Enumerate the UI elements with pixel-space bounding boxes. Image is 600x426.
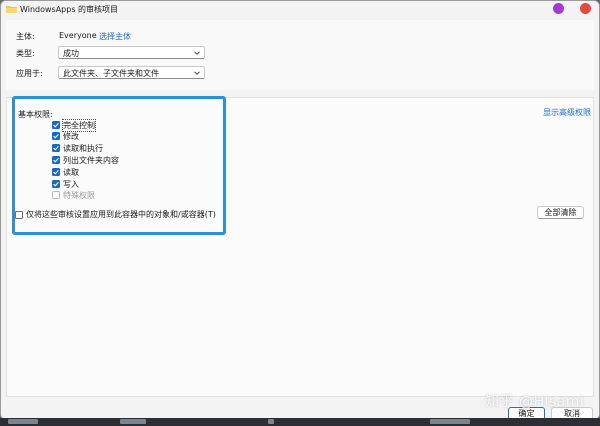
window-title: WindowsApps 的审核项目 (20, 5, 119, 14)
type-select[interactable]: 成功 (58, 46, 205, 59)
clear-all-button[interactable]: 全部清除 (537, 206, 584, 219)
audit-entry-dialog: WindowsApps 的审核项目 主体: Everyone 选择主体 类型: … (0, 0, 600, 420)
principal-value: Everyone (59, 31, 97, 40)
show-advanced-permissions-link[interactable]: 显示高级权限 (543, 107, 591, 118)
type-select-value: 成功 (63, 49, 79, 58)
principal-section: 主体: Everyone 选择主体 类型: 成功 应用于: 此文件夹、子文件夹和… (6, 20, 594, 90)
applies-to-select-value: 此文件夹、子文件夹和文件 (63, 69, 159, 78)
select-principal-link[interactable]: 选择主体 (99, 31, 131, 42)
highlight-annotation (12, 96, 226, 235)
watermark: 知乎 @Hisami (485, 394, 585, 410)
chevron-down-icon (194, 51, 200, 55)
applies-to-select[interactable]: 此文件夹、子文件夹和文件 (58, 66, 205, 79)
close-button[interactable] (580, 3, 591, 14)
applies-to-label: 应用于: (16, 69, 43, 78)
chevron-down-icon (194, 71, 200, 75)
folder-icon (6, 6, 17, 13)
type-label: 类型: (16, 49, 35, 58)
principal-label: 主体: (16, 32, 35, 41)
background-window-strip (0, 418, 600, 426)
title-bar[interactable]: WindowsApps 的审核项目 (1, 1, 599, 18)
window-control-purple[interactable] (553, 3, 564, 14)
